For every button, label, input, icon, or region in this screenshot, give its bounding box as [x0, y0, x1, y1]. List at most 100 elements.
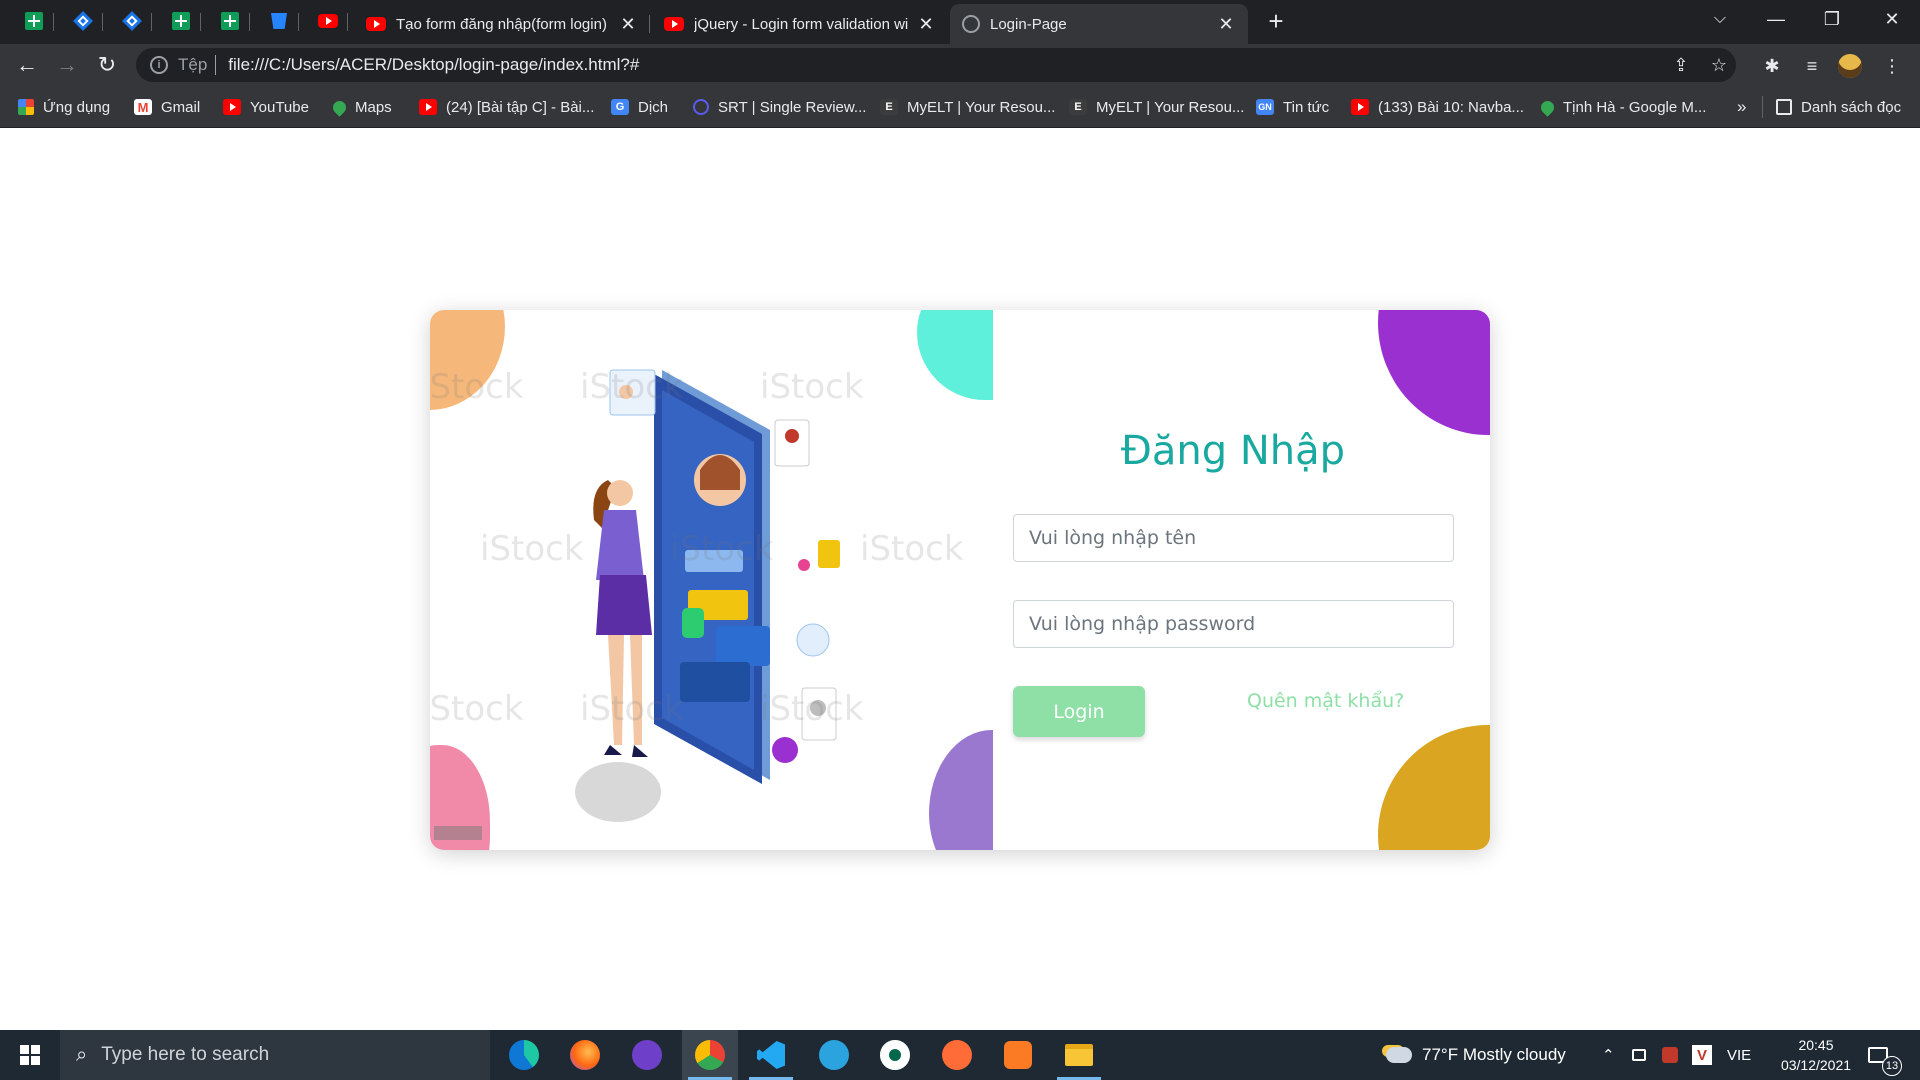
- address-bar[interactable]: i Tệp file:///C:/Users/ACER/Desktop/logi…: [136, 48, 1736, 82]
- password-input[interactable]: [1013, 600, 1454, 648]
- share-icon[interactable]: ⇪: [1671, 55, 1691, 75]
- postman-icon: [942, 1040, 972, 1070]
- username-input[interactable]: [1013, 514, 1454, 562]
- bookmarks-overflow-button[interactable]: »: [1737, 96, 1746, 118]
- bookmark-label: (24) [Bài tập C] - Bài...: [446, 98, 595, 116]
- folder-icon: [818, 540, 840, 568]
- bookmark-label: YouTube: [250, 98, 309, 116]
- pinned-tab-youtube[interactable]: [308, 6, 348, 36]
- bookmark-navbar[interactable]: (133) Bài 10: Navba...: [1351, 96, 1524, 118]
- globe-icon: [962, 15, 980, 33]
- taskbar-github-desktop[interactable]: [619, 1030, 675, 1080]
- pinned-tab-sheets[interactable]: [14, 6, 54, 36]
- tab-login-tutorial[interactable]: Tạo form đăng nhập(form login) ✕: [354, 4, 650, 44]
- youtube-icon: [223, 99, 241, 115]
- forgot-password-link[interactable]: Quên mật khẩu?: [1247, 690, 1404, 712]
- maps-pin-icon: [330, 97, 349, 117]
- bookmark-youtube[interactable]: YouTube: [223, 96, 309, 118]
- bookmark-gmail[interactable]: M Gmail: [134, 96, 200, 118]
- bookmark-bai-tap-c[interactable]: (24) [Bài tập C] - Bài...: [419, 96, 594, 118]
- bookmark-dich[interactable]: G Dịch: [611, 96, 668, 118]
- bookmark-tin-tuc[interactable]: GN Tin tức: [1256, 96, 1329, 118]
- clock-time: 20:45: [1798, 1037, 1834, 1053]
- close-icon[interactable]: ✕: [1216, 14, 1236, 35]
- new-tab-button[interactable]: +: [1260, 6, 1292, 36]
- scheme-label: Tệp: [178, 55, 208, 74]
- login-form-pane: Đăng Nhập Login Quên mật khẩu?: [993, 310, 1490, 850]
- reading-list-label: Danh sách đọc: [1801, 98, 1902, 116]
- bookmark-myelt-1[interactable]: E MyELT | Your Resou...: [880, 96, 1055, 118]
- reload-button[interactable]: ↻: [92, 50, 122, 80]
- xampp-icon: [1004, 1041, 1032, 1069]
- youtube-icon: [1351, 99, 1369, 115]
- taskbar-mongodb[interactable]: [867, 1030, 923, 1080]
- extensions-icon[interactable]: ✱: [1760, 54, 1784, 78]
- minimize-button[interactable]: —: [1748, 0, 1804, 38]
- tab-search-chevron-icon[interactable]: ⌵: [1692, 0, 1748, 38]
- star-icon[interactable]: ☆: [1709, 55, 1729, 75]
- close-icon[interactable]: ✕: [618, 14, 638, 35]
- tray-overflow-chevron-icon[interactable]: ⌃: [1602, 1030, 1615, 1080]
- menu-kebab-icon[interactable]: ⋮: [1880, 54, 1904, 78]
- login-card: iStock iStock iStock iStock iStock iStoc…: [430, 310, 1490, 850]
- forward-button[interactable]: →: [52, 50, 82, 80]
- pinned-tab-bitbucket[interactable]: [259, 6, 299, 36]
- folder-icon: [1065, 1044, 1093, 1066]
- window-close-button[interactable]: ✕: [1864, 0, 1920, 38]
- bookmark-srt[interactable]: SRT | Single Review...: [693, 96, 866, 118]
- taskbar-file-explorer[interactable]: [1051, 1030, 1107, 1080]
- apps-grid-icon: [18, 99, 34, 115]
- taskbar-xampp[interactable]: [990, 1030, 1046, 1080]
- input-language[interactable]: VIE: [1727, 1030, 1751, 1080]
- youtube-icon: [664, 17, 684, 31]
- bookmark-maps[interactable]: Maps: [330, 96, 392, 118]
- pinned-tab-sheets-3[interactable]: [210, 6, 250, 36]
- weather-widget[interactable]: 77°F Mostly cloudy: [1386, 1030, 1566, 1080]
- tab-login-page[interactable]: Login-Page ✕: [950, 4, 1248, 44]
- bookmark-tinh-ha[interactable]: Tịnh Hà - Google M...: [1538, 96, 1706, 118]
- tab-title: Login-Page: [990, 15, 1067, 33]
- profile-avatar[interactable]: [1838, 54, 1862, 78]
- chrome-icon: [695, 1040, 725, 1070]
- login-title: Đăng Nhập: [1120, 428, 1346, 474]
- media-control-icon[interactable]: ≡: [1800, 54, 1824, 78]
- system-clock[interactable]: 20:45 03/12/2021: [1766, 1035, 1866, 1075]
- restore-button[interactable]: ❐: [1804, 0, 1860, 38]
- tab-jquery-validation[interactable]: jQuery - Login form validation wi ✕: [652, 4, 948, 44]
- svg-text:iStock: iStock: [580, 689, 684, 729]
- info-icon[interactable]: i: [150, 56, 168, 74]
- taskbar-search[interactable]: ⌕ Type here to search: [60, 1030, 490, 1080]
- pinned-tab-sheets-2[interactable]: [161, 6, 201, 36]
- reading-list-button[interactable]: Danh sách đọc: [1776, 96, 1901, 118]
- taskbar-telegram[interactable]: [806, 1030, 862, 1080]
- svg-text:iStock: iStock: [760, 689, 864, 729]
- telegram-icon: [819, 1040, 849, 1070]
- bookmark-apps[interactable]: Ứng dụng: [18, 96, 110, 118]
- taskbar-chrome[interactable]: [682, 1030, 738, 1080]
- tab-title: jQuery - Login form validation wi: [694, 15, 908, 33]
- tray-vietkey-icon[interactable]: V: [1692, 1030, 1712, 1080]
- taskbar-vscode[interactable]: [743, 1030, 799, 1080]
- bookmark-myelt-2[interactable]: E MyELT | Your Resou...: [1069, 96, 1244, 118]
- gmail-icon: M: [134, 99, 152, 115]
- back-button[interactable]: ←: [12, 50, 42, 80]
- close-icon[interactable]: ✕: [916, 14, 936, 35]
- youtube-icon: [366, 17, 386, 31]
- notification-center-button[interactable]: 13: [1868, 1030, 1902, 1080]
- taskbar-firefox[interactable]: [557, 1030, 613, 1080]
- diamond-icon: [73, 11, 93, 31]
- tray-app-red-icon[interactable]: [1662, 1030, 1678, 1080]
- pinned-tab-diamond-2[interactable]: [112, 6, 152, 36]
- edge-icon: [509, 1040, 539, 1070]
- meet-now-icon[interactable]: [1632, 1030, 1646, 1080]
- sheets-icon: [172, 12, 190, 30]
- login-button[interactable]: Login: [1013, 686, 1145, 737]
- pinned-tab-diamond[interactable]: [63, 6, 103, 36]
- taskbar-postman[interactable]: [929, 1030, 985, 1080]
- illustration-pane: iStock iStock iStock iStock iStock iStoc…: [430, 310, 993, 850]
- notification-count: 13: [1882, 1056, 1902, 1076]
- search-placeholder: Type here to search: [101, 1044, 270, 1065]
- url-text[interactable]: file:///C:/Users/ACER/Desktop/login-page…: [228, 55, 639, 75]
- taskbar-edge[interactable]: [496, 1030, 552, 1080]
- start-button[interactable]: [0, 1030, 60, 1080]
